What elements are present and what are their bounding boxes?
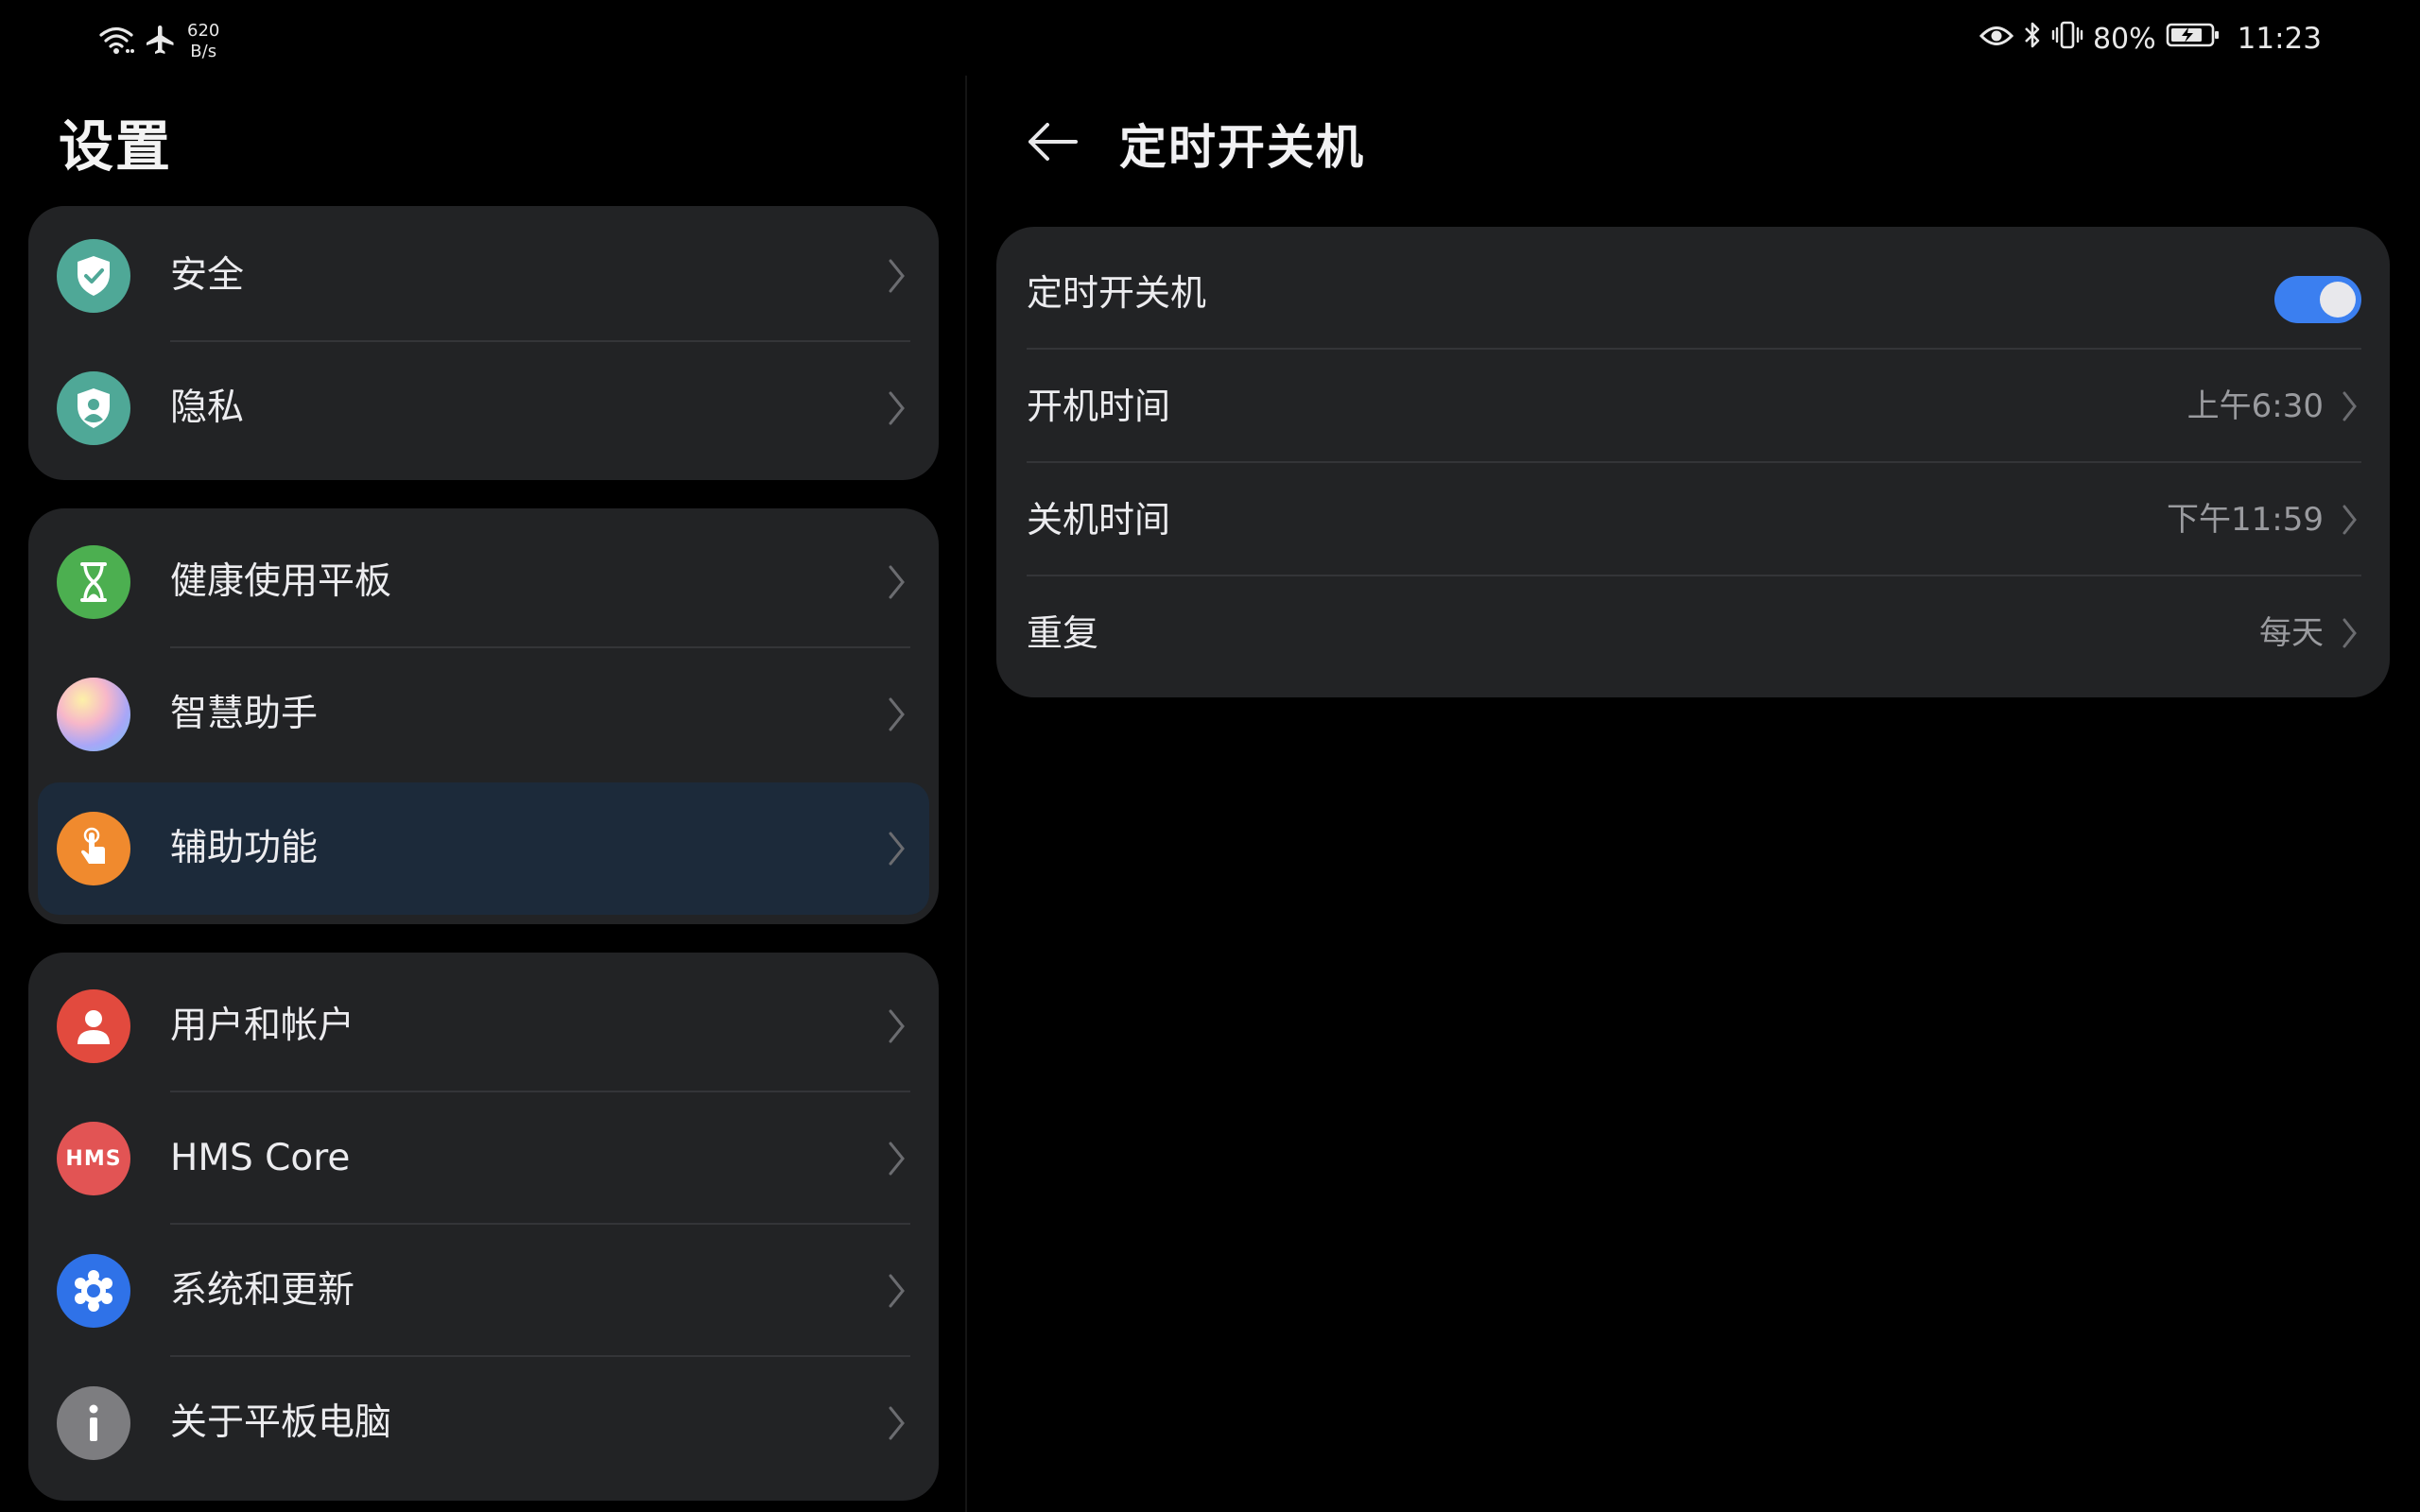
sidebar-item-label: 系统和更新	[170, 1269, 355, 1312]
hand-touch-icon	[57, 812, 130, 885]
clock: 11:23	[2237, 22, 2322, 56]
sidebar-item-label: 安全	[170, 254, 245, 297]
power-off-time-row[interactable]: 关机时间 下午11:59	[996, 463, 2390, 576]
scheduled-power-toggle[interactable]	[2274, 276, 2361, 323]
chevron-right-icon	[889, 697, 905, 731]
sidebar-item-label: 智慧助手	[170, 693, 319, 735]
airplane-mode-icon	[144, 23, 178, 60]
back-arrow-icon[interactable]	[1023, 112, 1083, 172]
shield-check-icon	[57, 239, 130, 313]
chevron-right-icon	[889, 1274, 905, 1308]
sidebar-item-hms-core[interactable]: HMS HMS Core	[28, 1092, 939, 1225]
sidebar-item-label: 健康使用平板	[170, 560, 392, 603]
vibrate-icon	[2051, 20, 2083, 58]
hourglass-icon	[57, 545, 130, 619]
sidebar-item-privacy[interactable]: 隐私	[28, 342, 939, 474]
bluetooth-icon	[2023, 20, 2042, 58]
user-icon	[57, 989, 130, 1063]
sidebar-item-users-accounts[interactable]: 用户和帐户	[28, 960, 939, 1092]
power-off-time-value: 下午11:59	[2167, 501, 2324, 539]
chevron-right-icon	[2342, 391, 2357, 421]
pane-divider	[965, 76, 967, 1512]
row-label: 定时开关机	[1027, 272, 1207, 314]
status-bar-left: 620 B/s	[98, 21, 219, 62]
repeat-row[interactable]: 重复 每天	[996, 576, 2390, 690]
network-speed-unit: B/s	[190, 42, 217, 61]
power-on-time-value: 上午6:30	[2187, 387, 2324, 425]
sidebar-item-label: 用户和帐户	[170, 1005, 355, 1047]
chevron-right-icon	[889, 1009, 905, 1043]
chevron-right-icon	[889, 1406, 905, 1440]
sidebar-item-about-tablet[interactable]: 关于平板电脑	[28, 1357, 939, 1489]
chevron-right-icon	[889, 565, 905, 599]
detail-title: 定时开关机	[1119, 120, 1365, 175]
sidebar-item-security[interactable]: 安全	[28, 210, 939, 342]
battery-percent: 80%	[2092, 22, 2156, 56]
scheduled-power-card: 定时开关机 开机时间 上午6:30 关机时间 下午11:59 重复 每天	[996, 227, 2390, 697]
sidebar-item-accessibility[interactable]: 辅助功能	[38, 782, 929, 915]
hms-icon-text: HMS	[65, 1146, 122, 1171]
chevron-right-icon	[889, 1142, 905, 1176]
sidebar-item-label: 关于平板电脑	[170, 1401, 392, 1444]
hms-icon: HMS	[57, 1122, 130, 1195]
settings-group-3: 用户和帐户 HMS HMS Core 系统和更新 关于平板电脑	[28, 953, 939, 1501]
scheduled-power-toggle-row[interactable]: 定时开关机	[996, 236, 2390, 350]
sidebar-item-system-update[interactable]: 系统和更新	[28, 1225, 939, 1357]
privacy-shield-icon	[57, 371, 130, 445]
row-label: 开机时间	[1027, 386, 1171, 427]
sidebar-item-label: HMS Core	[170, 1137, 351, 1179]
settings-group-1: 安全 隐私	[28, 206, 939, 480]
power-on-time-row[interactable]: 开机时间 上午6:30	[996, 350, 2390, 463]
row-label: 重复	[1027, 612, 1099, 654]
sidebar-item-digital-balance[interactable]: 健康使用平板	[28, 516, 939, 648]
battery-charging-icon	[2166, 22, 2221, 56]
repeat-value: 每天	[2259, 614, 2324, 652]
sidebar-item-label: 辅助功能	[170, 827, 319, 869]
eye-comfort-icon	[1979, 23, 2014, 56]
gear-icon	[57, 1254, 130, 1328]
chevron-right-icon	[2342, 505, 2357, 535]
row-label: 关机时间	[1027, 499, 1171, 541]
network-speed: 620 B/s	[187, 21, 219, 62]
chevron-right-icon	[889, 259, 905, 293]
network-speed-value: 620	[187, 21, 220, 41]
status-bar-right: 80% 11:23	[1979, 19, 2322, 59]
settings-group-2: 健康使用平板 智慧助手 辅助功能	[28, 508, 939, 924]
sidebar-item-smart-assistant[interactable]: 智慧助手	[28, 648, 939, 781]
chevron-right-icon	[889, 832, 905, 866]
page-title: 设置	[59, 114, 173, 179]
sidebar-item-label: 隐私	[170, 387, 245, 429]
smart-assistant-icon	[57, 678, 130, 751]
info-icon	[57, 1386, 130, 1460]
chevron-right-icon	[889, 391, 905, 425]
chevron-right-icon	[2342, 618, 2357, 648]
wifi-icon	[98, 25, 134, 59]
